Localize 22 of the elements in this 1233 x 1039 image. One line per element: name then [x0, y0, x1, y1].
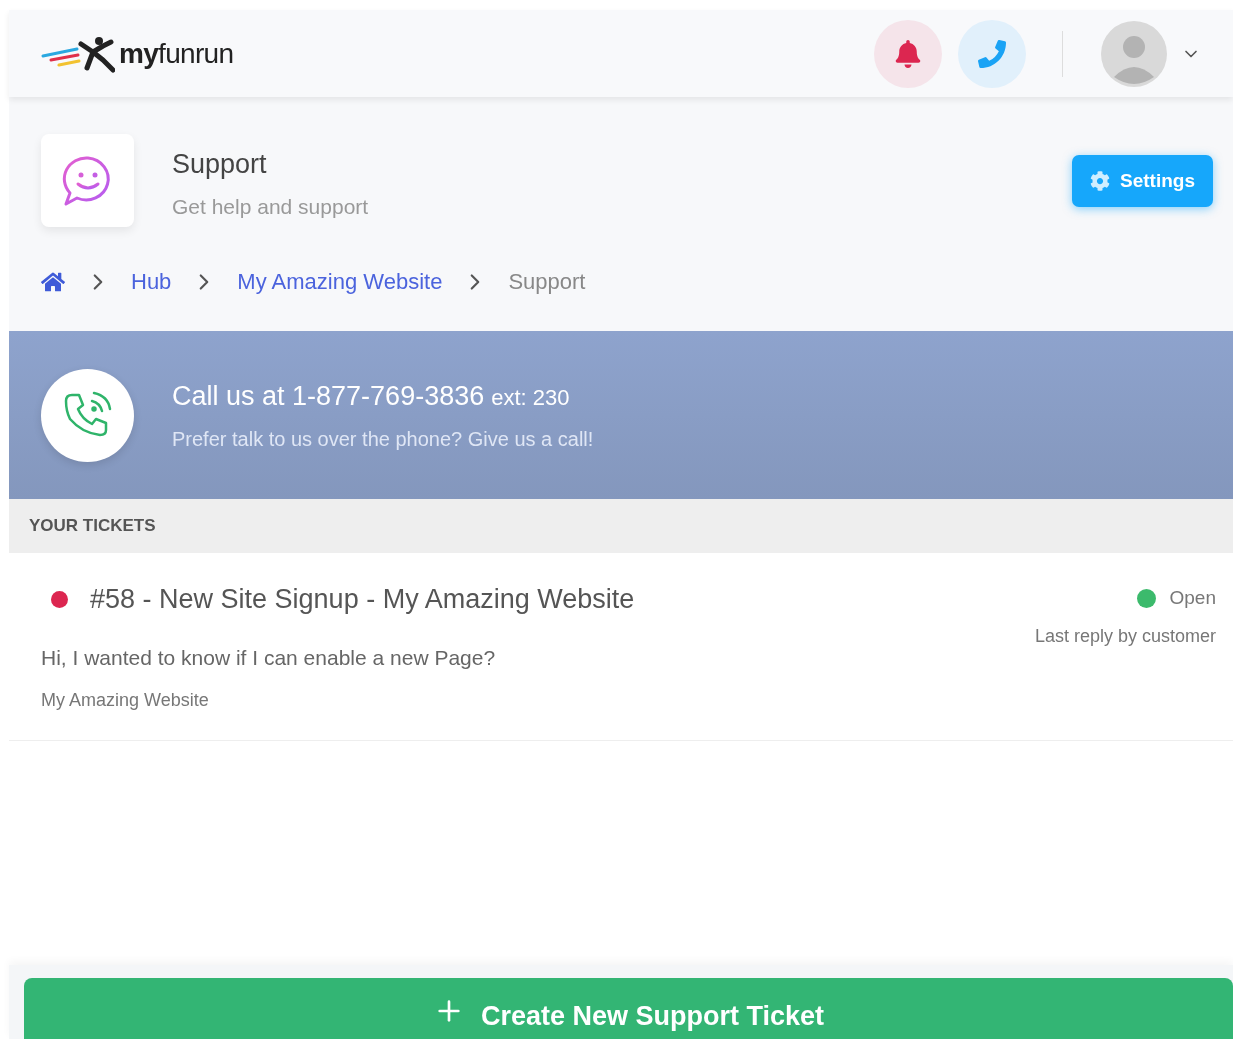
- breadcrumb-link[interactable]: My Amazing Website: [237, 265, 443, 298]
- breadcrumb-link[interactable]: Hub: [131, 265, 172, 298]
- settings-icon: [1090, 171, 1111, 191]
- call-subtitle: Prefer talk to us over the phone? Give us a call!: [172, 427, 594, 453]
- bell-icon: [894, 39, 922, 68]
- ticket-title: #58 - New Site Signup - My Amazing Website: [90, 583, 635, 616]
- brand-name: myfunrun: [119, 36, 234, 71]
- phone-icon: [978, 39, 1006, 68]
- section-heading: YOUR TICKETS: [29, 515, 156, 538]
- create-ticket-button[interactable]: Create New Support Ticket: [24, 978, 1233, 1039]
- ticket-row[interactable]: #58 - New Site Signup - My Amazing Website Hi, I wanted to know if I can enable a new Page? My Amazing Website Open Last reply by customer: [9, 553, 1233, 741]
- ticket-message: Hi, I wanted to know if I can enable a new Page?: [41, 644, 497, 671]
- call-title: Call us at 1-877-769-3836: [172, 379, 485, 413]
- ticket-status: Open: [1169, 586, 1216, 610]
- page-title: Support: [172, 148, 268, 181]
- ticket-site: My Amazing Website: [41, 689, 210, 712]
- breadcrumb-current: Support: [508, 268, 586, 296]
- last-reply-note: Last reply by customer: [1034, 624, 1216, 648]
- settings-button[interactable]: Settings: [1072, 155, 1213, 207]
- page-subtitle: Get help and support: [172, 193, 369, 220]
- avatar-icon: [1101, 20, 1167, 87]
- call-extension: ext: 230: [491, 383, 570, 412]
